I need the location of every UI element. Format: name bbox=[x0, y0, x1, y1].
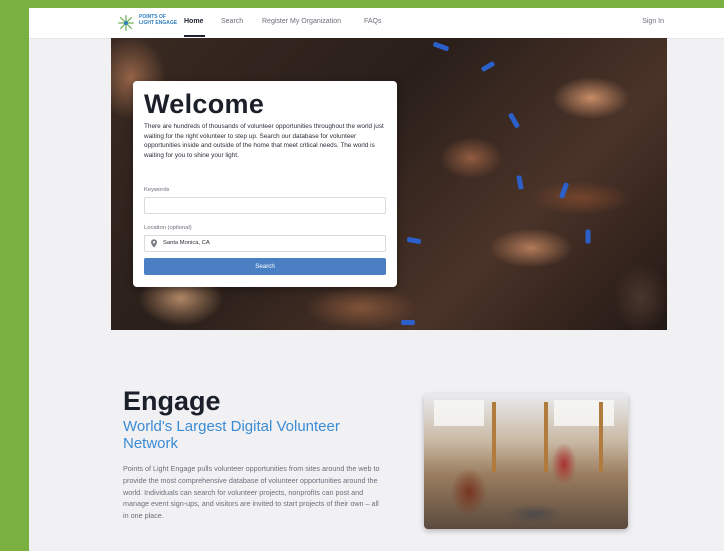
location-input[interactable]: Santa Monica, CA bbox=[144, 235, 386, 252]
location-label: Location (optional) bbox=[144, 225, 192, 231]
photo-beam bbox=[492, 402, 496, 472]
page-frame: POINTS OF LIGHT ENGAGE Home Search Regis… bbox=[29, 8, 724, 551]
wristband bbox=[558, 182, 570, 199]
logo-text: POINTS OF LIGHT ENGAGE bbox=[139, 14, 178, 26]
wristband bbox=[432, 41, 450, 52]
photo-window bbox=[554, 400, 614, 426]
nav-active-indicator bbox=[184, 35, 205, 37]
photo-window bbox=[434, 400, 484, 426]
sign-in-link[interactable]: Sign In bbox=[642, 18, 664, 25]
photo-beam bbox=[544, 402, 548, 472]
engage-description: Points of Light Engage pulls volunteer o… bbox=[123, 464, 380, 521]
search-button[interactable]: Search bbox=[144, 258, 386, 275]
wristband bbox=[480, 60, 496, 73]
welcome-search-card: Welcome There are hundreds of thousands … bbox=[133, 81, 397, 287]
photo-beam bbox=[599, 402, 603, 472]
wristband bbox=[401, 320, 415, 325]
nav-register-organization[interactable]: Register My Organization bbox=[262, 18, 341, 25]
nav-home[interactable]: Home bbox=[184, 18, 203, 25]
location-pin-icon bbox=[151, 239, 157, 248]
nav-faqs[interactable]: FAQs bbox=[364, 18, 382, 25]
location-value: Santa Monica, CA bbox=[163, 240, 210, 246]
engage-subtitle: World's Largest Digital Volunteer Networ… bbox=[123, 418, 340, 452]
wristband bbox=[406, 236, 422, 245]
volunteers-photo bbox=[424, 394, 628, 529]
top-navbar: POINTS OF LIGHT ENGAGE Home Search Regis… bbox=[29, 8, 724, 39]
engage-title: Engage bbox=[123, 386, 221, 416]
wristband bbox=[516, 175, 524, 190]
wristband bbox=[585, 229, 591, 244]
keywords-input[interactable] bbox=[144, 197, 386, 214]
welcome-description: There are hundreds of thousands of volun… bbox=[144, 123, 384, 159]
nav-search[interactable]: Search bbox=[221, 18, 243, 25]
keywords-label: Keywords bbox=[144, 187, 170, 193]
welcome-title: Welcome bbox=[144, 89, 265, 119]
logo[interactable]: POINTS OF LIGHT ENGAGE bbox=[117, 13, 177, 35]
wristband bbox=[507, 112, 521, 129]
logo-mark-icon bbox=[118, 15, 134, 31]
